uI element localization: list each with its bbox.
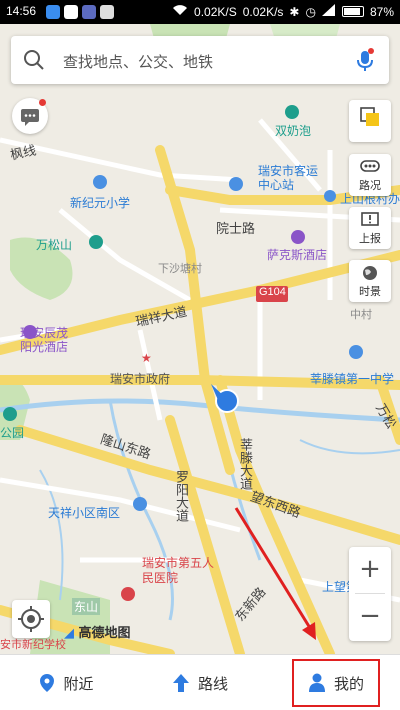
highway-label: G104 bbox=[259, 286, 286, 298]
place-label: 瑞安辰茂阳光酒店 bbox=[20, 326, 69, 354]
timeview-label: 时景 bbox=[359, 285, 381, 298]
place-label: 萨克斯酒店 bbox=[267, 248, 328, 262]
traffic-label: 路况 bbox=[359, 179, 381, 192]
bottom-nav: 附近 路线 我的 bbox=[0, 654, 400, 710]
user-icon bbox=[308, 673, 325, 692]
place-label: 安市新纪学校 bbox=[0, 639, 66, 651]
layers-button[interactable] bbox=[349, 100, 391, 142]
status-bar: 14:56 0.02K/S 0.02K/s ✱ ◷ 87% bbox=[0, 0, 400, 24]
road-label: 院士路 bbox=[216, 221, 256, 236]
net-speed-down: 0.02K/s bbox=[242, 4, 284, 19]
zoom-in-button[interactable]: + bbox=[349, 547, 391, 593]
location-pin-icon bbox=[40, 674, 55, 692]
wifi-icon bbox=[172, 4, 188, 19]
alarm-icon: ◷ bbox=[305, 4, 316, 19]
place-label: 天祥小区南区 bbox=[48, 506, 121, 520]
notification-dot bbox=[39, 99, 46, 106]
place-label: 中村 bbox=[350, 309, 372, 321]
battery-icon bbox=[341, 6, 364, 17]
report-icon bbox=[361, 212, 379, 226]
app-notification-icon bbox=[100, 5, 114, 19]
search-input[interactable]: 查找地点、公交、地铁 bbox=[63, 51, 213, 72]
net-speed-up: 0.02K/S bbox=[194, 4, 237, 19]
road-label: 莘滕大道 bbox=[238, 438, 253, 490]
place-label: 下沙塘村 bbox=[158, 263, 202, 275]
layers-icon bbox=[360, 107, 379, 126]
nav-nearby[interactable]: 附近 bbox=[0, 655, 133, 710]
traffic-icon bbox=[360, 160, 380, 172]
timeview-button[interactable]: 时景 bbox=[349, 260, 391, 302]
place-label: 瑞安市第五人民医院 bbox=[142, 556, 215, 585]
logo-text: 高德地图 bbox=[78, 626, 131, 641]
message-button[interactable] bbox=[12, 98, 48, 134]
map-view[interactable]: ★ 枫线 双奶泡 瑞安市客运中心站 新纪元小学 上山根村办 院士路 万松山 萨克… bbox=[0, 24, 400, 654]
search-bar[interactable]: 查找地点、公交、地铁 bbox=[11, 36, 389, 84]
svg-text:★: ★ bbox=[141, 351, 152, 365]
nav-route-label: 路线 bbox=[197, 674, 228, 693]
map-logo: ◢ 高德地图 bbox=[64, 622, 131, 641]
route-arrow-icon bbox=[172, 674, 189, 692]
traffic-button[interactable]: 路况 bbox=[349, 154, 391, 196]
zoom-out-button[interactable]: − bbox=[349, 594, 391, 640]
nav-mine[interactable]: 我的 bbox=[292, 659, 380, 707]
microphone-icon[interactable] bbox=[355, 48, 375, 72]
place-label: 公园 bbox=[0, 426, 25, 440]
bluetooth-icon: ✱ bbox=[289, 4, 300, 19]
place-label: 万松山 bbox=[36, 238, 73, 252]
place-label: 瑞安市政府 bbox=[110, 372, 171, 386]
search-icon bbox=[24, 50, 44, 70]
battery-percent: 87% bbox=[369, 4, 394, 19]
app-notification-icon bbox=[64, 5, 78, 19]
place-label: 新纪元小学 bbox=[70, 196, 131, 210]
signal-icon bbox=[321, 4, 336, 19]
place-label: 东山 bbox=[72, 598, 101, 615]
status-indicators: 0.02K/S 0.02K/s ✱ ◷ 87% bbox=[172, 4, 394, 19]
app-notification-icon bbox=[82, 5, 96, 19]
crosshair-icon bbox=[18, 606, 44, 632]
nav-route[interactable]: 路线 bbox=[133, 655, 267, 710]
globe-icon bbox=[363, 266, 377, 280]
report-label: 上报 bbox=[359, 232, 381, 245]
nav-mine-label: 我的 bbox=[333, 674, 364, 693]
status-time: 14:56 bbox=[6, 4, 37, 18]
notification-icons bbox=[46, 5, 114, 19]
report-button[interactable]: 上报 bbox=[349, 207, 391, 249]
place-label: 莘滕镇第一中学 bbox=[310, 372, 395, 386]
road-label: 罗阳大道 bbox=[174, 470, 189, 522]
place-label: 双奶泡 bbox=[275, 124, 312, 138]
app-notification-icon bbox=[46, 5, 60, 19]
nav-nearby-label: 附近 bbox=[63, 674, 94, 693]
place-label: 瑞安市客运中心站 bbox=[258, 164, 319, 192]
locate-button[interactable] bbox=[12, 600, 50, 638]
zoom-control: + − bbox=[349, 547, 391, 641]
logo-icon: ◢ bbox=[64, 626, 74, 641]
